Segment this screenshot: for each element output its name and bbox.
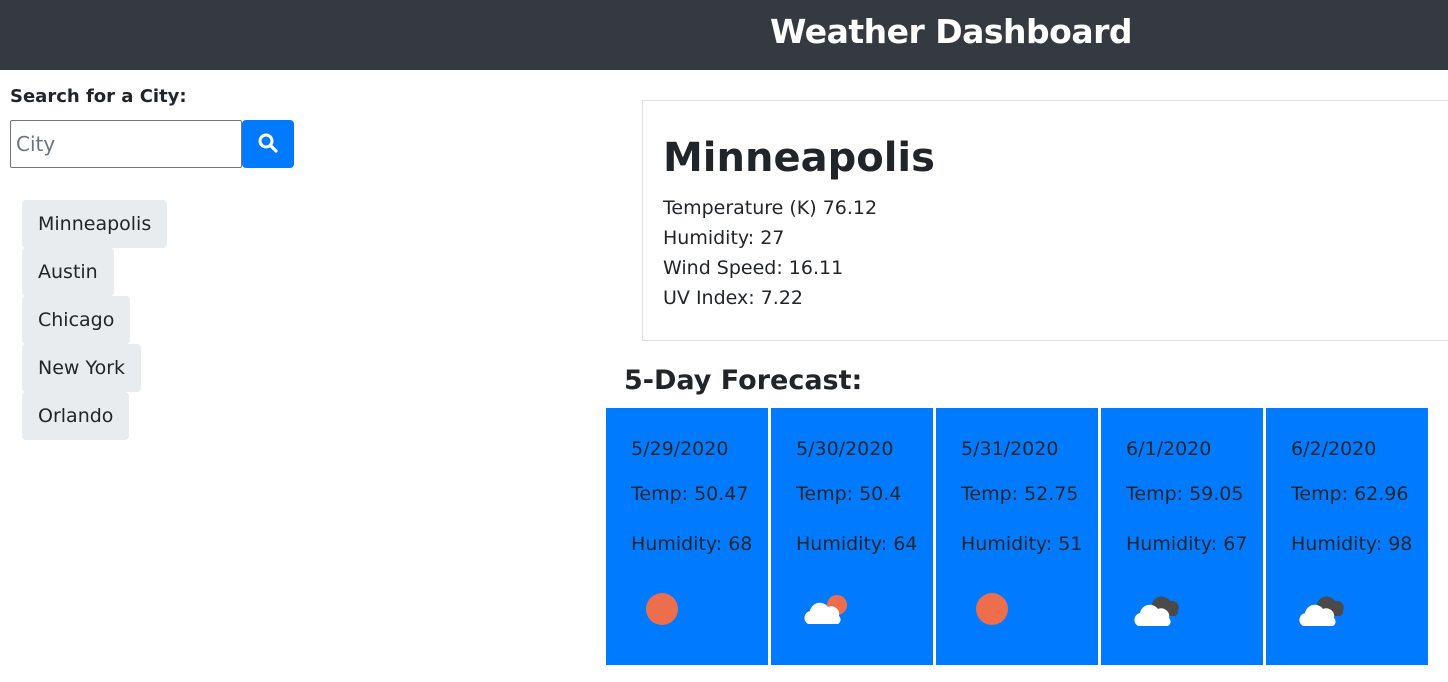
history-item-austin[interactable]: Austin	[22, 248, 114, 296]
partly-cloudy-icon	[801, 588, 851, 632]
current-city-name: Minneapolis	[663, 135, 935, 181]
sun-icon	[636, 588, 686, 632]
sun-icon	[966, 588, 1016, 632]
forecast-card: 5/30/2020 Temp: 50.4 Humidity: 64	[771, 408, 933, 665]
forecast-humidity: Humidity: 64	[796, 533, 918, 555]
forecast-card: 5/29/2020 Temp: 50.47 Humidity: 68	[606, 408, 768, 665]
forecast-date: 6/2/2020	[1291, 438, 1377, 460]
current-uv-index: UV Index: 7.22	[663, 287, 803, 309]
forecast-row: 5/29/2020 Temp: 50.47 Humidity: 68 5/30/…	[606, 408, 1428, 665]
forecast-humidity: Humidity: 68	[631, 533, 753, 555]
forecast-title: 5-Day Forecast:	[624, 365, 863, 396]
city-search-input[interactable]	[10, 120, 242, 168]
current-stats: Temperature (K) 76.12 Humidity: 27 Wind …	[663, 193, 877, 313]
history-item-chicago[interactable]: Chicago	[22, 296, 131, 344]
forecast-card: 5/31/2020 Temp: 52.75 Humidity: 51	[936, 408, 1098, 665]
forecast-date: 6/1/2020	[1126, 438, 1212, 460]
forecast-temp: Temp: 50.4	[796, 483, 902, 505]
page-title: Weather Dashboard	[769, 12, 1133, 51]
app-header: Weather Dashboard	[0, 0, 1448, 70]
forecast-date: 5/30/2020	[796, 438, 894, 460]
search-button[interactable]	[242, 120, 294, 168]
search-label: Search for a City:	[10, 86, 187, 107]
forecast-date: 5/31/2020	[961, 438, 1059, 460]
forecast-card: 6/1/2020 Temp: 59.05 Humidity: 67	[1101, 408, 1263, 665]
current-weather-card: Minneapolis Temperature (K) 76.12 Humidi…	[642, 100, 1448, 341]
forecast-temp: Temp: 62.96	[1291, 483, 1409, 505]
history-item-new-york[interactable]: New York	[22, 344, 142, 392]
forecast-humidity: Humidity: 51	[961, 533, 1083, 555]
forecast-humidity: Humidity: 67	[1126, 533, 1248, 555]
forecast-temp: Temp: 52.75	[961, 483, 1079, 505]
search-history-list: Minneapolis Austin Chicago New York Orla…	[22, 200, 168, 440]
current-wind-speed: Wind Speed: 16.11	[663, 257, 844, 279]
broken-clouds-icon	[1131, 588, 1181, 632]
forecast-card: 6/2/2020 Temp: 62.96 Humidity: 98	[1266, 408, 1428, 665]
forecast-temp: Temp: 59.05	[1126, 483, 1244, 505]
forecast-temp: Temp: 50.47	[631, 483, 749, 505]
current-humidity: Humidity: 27	[663, 227, 785, 249]
history-item-orlando[interactable]: Orlando	[22, 392, 130, 440]
search-icon	[258, 133, 278, 156]
forecast-date: 5/29/2020	[631, 438, 729, 460]
current-temperature: Temperature (K) 76.12	[663, 197, 878, 219]
broken-clouds-icon	[1296, 588, 1346, 632]
history-item-minneapolis[interactable]: Minneapolis	[22, 200, 168, 248]
forecast-humidity: Humidity: 98	[1291, 533, 1413, 555]
